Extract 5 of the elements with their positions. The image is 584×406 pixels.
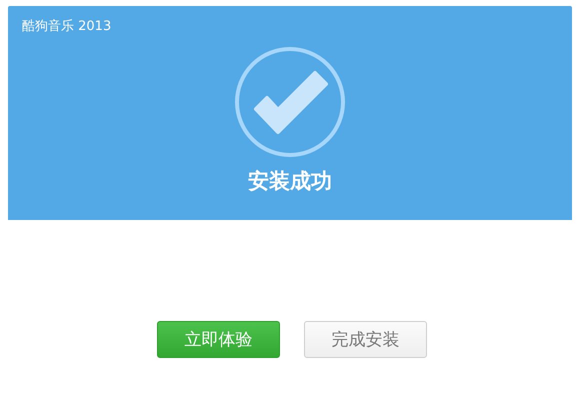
try-now-button[interactable]: 立即体验 [157, 321, 280, 358]
check-circle-icon [234, 46, 346, 158]
success-message: 安装成功 [248, 168, 332, 195]
finish-button[interactable]: 完成安装 [304, 321, 427, 358]
window-title: 酷狗音乐 2013 [22, 18, 112, 35]
